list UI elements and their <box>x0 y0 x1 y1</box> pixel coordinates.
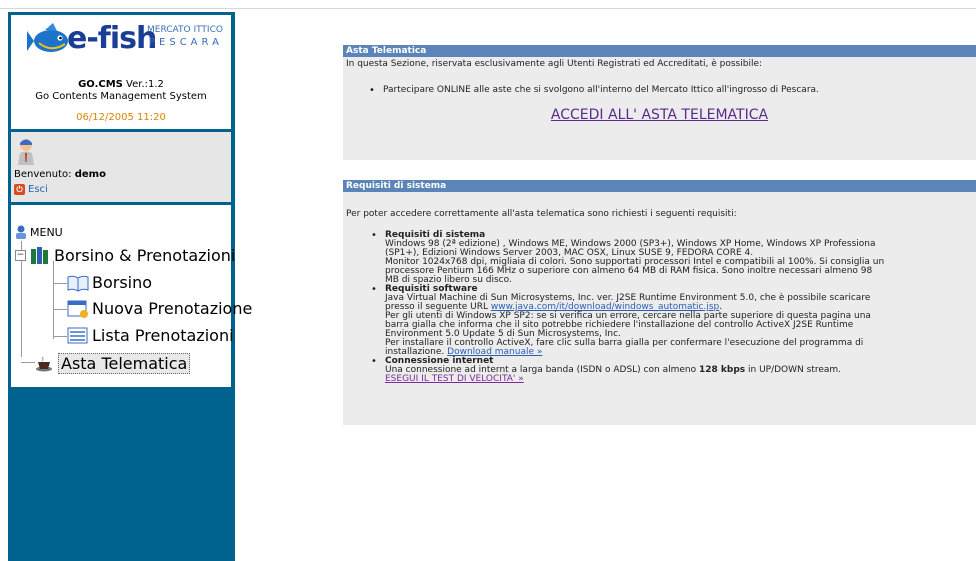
requirements-panel: Requisiti di sistema Per poter accedere … <box>343 180 976 425</box>
menu-panel: MENU − Borsino & Prenotazioni Borsino Nu… <box>11 205 252 387</box>
menu-item-label: Lista Prenotazioni <box>92 326 234 345</box>
tree-line <box>53 283 67 284</box>
power-icon: ⏻ <box>14 184 25 195</box>
speed-test-link[interactable]: ESEGUI IL TEST DI VELOCITA' » <box>385 374 524 384</box>
user-panel: Benvenuto: demo ⏻ Esci <box>11 132 231 202</box>
requirements-intro: Per poter accedere correttamente all'ast… <box>346 209 737 219</box>
current-datetime: 06/12/2005 11:20 <box>76 112 166 123</box>
fish-icon <box>27 23 68 52</box>
asta-telematica-panel: Asta Telematica In questa Sezione, riser… <box>343 45 976 160</box>
net-text-end: in UP/DOWN stream. <box>748 365 842 375</box>
book-open-icon <box>67 275 89 292</box>
logout-label: Esci <box>28 184 48 195</box>
sidebar: e-fish MERCATO ITTICO PESCARA GO.CMS Ver… <box>8 12 252 561</box>
menu-item-nuova-prenotazione[interactable]: Nuova Prenotazione <box>67 299 252 318</box>
top-divider <box>0 8 976 9</box>
tree-line <box>53 336 67 337</box>
cms-title: GO.CMS Ver.:1.2 <box>11 79 231 90</box>
logo-pescara: PESCARA <box>149 37 223 48</box>
net-speed: 128 kbps <box>698 365 746 375</box>
menu-root[interactable]: MENU <box>15 225 63 239</box>
cms-version: Ver.:1.2 <box>126 79 164 90</box>
menu-item-lista-prenotazioni[interactable]: Lista Prenotazioni <box>67 326 234 345</box>
asta-header: Asta Telematica <box>343 45 976 57</box>
logout-link[interactable]: ⏻ Esci <box>14 184 48 195</box>
logo-panel: e-fish MERCATO ITTICO PESCARA GO.CMS Ver… <box>11 15 231 129</box>
menu-group-label: Borsino & Prenotazioni <box>54 246 236 265</box>
logo-text: e-fish <box>67 21 157 56</box>
tree-line <box>21 362 35 363</box>
menu-item-asta-telematica[interactable]: Asta Telematica <box>35 353 191 374</box>
books-icon <box>31 246 48 264</box>
username: demo <box>74 169 106 180</box>
requirements-header: Requisiti di sistema <box>343 180 976 192</box>
internet-connection-item: Connessione internet Una connessione ad … <box>343 357 976 384</box>
system-requirements-item: Requisiti di sistema Windows 98 (2ª ediz… <box>343 231 976 285</box>
list-icon <box>67 327 88 343</box>
menu-item-label: Borsino <box>92 273 153 292</box>
menu-root-label: MENU <box>30 225 63 239</box>
menu-item-borsino[interactable]: Borsino <box>67 273 152 292</box>
window-new-icon <box>67 300 88 318</box>
access-auction-link[interactable]: ACCEDI ALL' ASTA TELEMATICA <box>343 107 976 123</box>
tree-line <box>53 309 67 310</box>
user-avatar-icon <box>18 139 34 165</box>
logo-mercato: MERCATO ITTICO <box>147 25 223 35</box>
requirements-list: Requisiti di sistema Windows 98 (2ª ediz… <box>343 231 976 384</box>
asta-bullet: Partecipare ONLINE alle aste che si svol… <box>343 85 976 96</box>
welcome-text: Benvenuto: demo <box>14 169 106 180</box>
menu-item-label: Nuova Prenotazione <box>92 299 253 318</box>
welcome-label: Benvenuto: <box>14 169 72 180</box>
cms-name: GO.CMS <box>78 79 123 90</box>
asta-intro: In questa Sezione, riservata esclusivame… <box>346 59 763 69</box>
collapse-icon: − <box>15 250 26 261</box>
menu-item-label: Asta Telematica <box>58 353 191 374</box>
coffee-cup-icon <box>36 356 52 371</box>
tree-line <box>53 261 54 339</box>
menu-group-borsino[interactable]: − Borsino & Prenotazioni <box>15 246 235 265</box>
cms-description: Go Contents Management System <box>35 91 207 102</box>
software-requirements-item: Requisiti software Java Virtual Machine … <box>343 285 976 357</box>
menu-person-icon <box>16 225 26 239</box>
efish-logo: e-fish MERCATO ITTICO PESCARA <box>11 15 231 71</box>
